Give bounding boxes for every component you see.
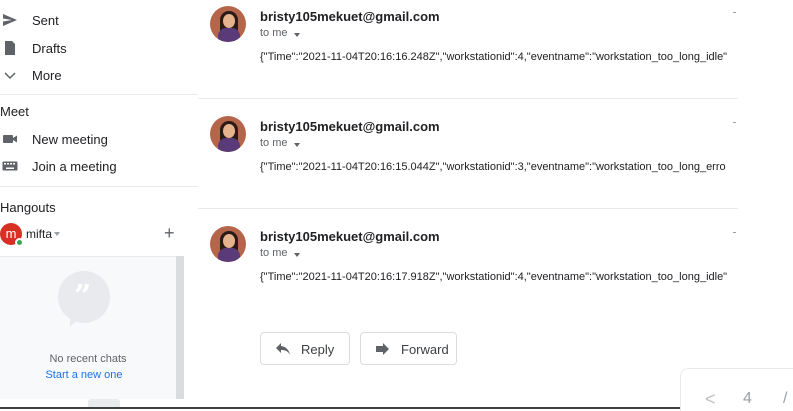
hangouts-chat-panel: ” No recent chats Start a new one <box>0 256 184 399</box>
previous-page-icon[interactable]: < <box>705 389 716 410</box>
avatar-face <box>223 124 235 138</box>
timestamp-mark <box>733 122 736 123</box>
hangouts-section-title: Hangouts <box>0 200 56 215</box>
message-item[interactable]: bristy105mekuet@gmail.com to me {"Time":… <box>210 6 740 96</box>
sidebar-item-drafts[interactable]: Drafts <box>0 35 198 61</box>
online-status-dot <box>15 238 24 247</box>
sidebar-item-label: Sent <box>32 12 59 28</box>
sidebar-item-join-meeting[interactable]: Join a meeting <box>0 153 198 179</box>
hangouts-user-name: mifta <box>26 227 53 241</box>
forward-label: Forward <box>401 342 449 357</box>
avatar-body <box>218 28 240 42</box>
reply-icon <box>276 343 290 355</box>
quote-icon: ” <box>74 279 92 314</box>
chat-panel-scrollbar[interactable] <box>176 256 184 399</box>
page-separator: / <box>783 390 788 407</box>
sidebar-item-new-meeting[interactable]: New meeting <box>0 126 198 152</box>
reply-button[interactable]: Reply <box>260 332 350 365</box>
page-number: 4 <box>743 390 752 407</box>
avatar-body <box>218 138 240 152</box>
avatar-body <box>218 248 240 262</box>
sidebar: Sent Drafts More Meet New meeting Join a… <box>0 0 198 411</box>
add-chat-icon[interactable]: + <box>164 223 175 244</box>
sidebar-item-sent[interactable]: Sent <box>0 7 198 33</box>
sender-avatar <box>210 226 246 262</box>
avatar-face <box>223 234 235 248</box>
message-body: {"Time":"2021-11-04T20:16:17.918Z","work… <box>260 271 728 283</box>
caret-down-icon[interactable] <box>54 232 60 236</box>
recipient-label[interactable]: to me <box>260 247 288 259</box>
start-new-chat-link[interactable]: Start a new one <box>0 369 168 381</box>
hangouts-user-row[interactable]: m mifta + <box>0 222 190 248</box>
bottom-border <box>0 407 680 409</box>
message-body: {"Time":"2021-11-04T20:16:16.248Z","work… <box>260 51 728 63</box>
sender-email: bristy105mekuet@gmail.com <box>260 229 440 244</box>
send-icon <box>3 14 17 26</box>
divider <box>0 186 198 187</box>
forward-button[interactable]: Forward <box>360 332 457 365</box>
sender-avatar <box>210 116 246 152</box>
message-item[interactable]: bristy105mekuet@gmail.com to me {"Time":… <box>210 226 740 316</box>
gmail-window: Sent Drafts More Meet New meeting Join a… <box>0 0 793 411</box>
sidebar-item-label: Drafts <box>32 40 67 56</box>
recipient-label[interactable]: to me <box>260 137 288 149</box>
bottom-tab-chip[interactable] <box>88 399 120 407</box>
avatar-face <box>223 14 235 28</box>
keyboard-icon <box>2 161 18 171</box>
draft-icon <box>5 41 15 55</box>
sidebar-item-label: Join a meeting <box>32 158 117 174</box>
sidebar-item-label: More <box>32 67 62 83</box>
message-body: {"Time":"2021-11-04T20:16:15.044Z","work… <box>260 161 726 173</box>
chat-bubble-tail <box>70 313 84 327</box>
divider <box>0 94 198 95</box>
sender-email: bristy105mekuet@gmail.com <box>260 9 440 24</box>
meet-section-title: Meet <box>0 104 29 119</box>
message-divider <box>198 208 738 209</box>
reply-label: Reply <box>301 342 335 357</box>
sidebar-item-more[interactable]: More <box>0 62 198 88</box>
caret-down-icon[interactable] <box>294 253 300 257</box>
caret-down-icon[interactable] <box>294 33 300 37</box>
sidebar-item-label: New meeting <box>32 131 108 147</box>
message-item[interactable]: bristy105mekuet@gmail.com to me {"Time":… <box>210 116 740 206</box>
page-navigator: < 4 / <box>680 368 793 411</box>
chevron-down-icon <box>4 72 16 80</box>
no-recent-chats-text: No recent chats <box>49 353 127 365</box>
sender-email: bristy105mekuet@gmail.com <box>260 119 440 134</box>
recipient-label[interactable]: to me <box>260 27 288 39</box>
timestamp-mark <box>733 232 736 233</box>
message-divider <box>198 98 738 99</box>
sender-avatar <box>210 6 246 42</box>
caret-down-icon[interactable] <box>294 143 300 147</box>
video-camera-icon <box>3 135 17 143</box>
forward-icon <box>376 343 389 355</box>
timestamp-mark <box>733 12 736 13</box>
